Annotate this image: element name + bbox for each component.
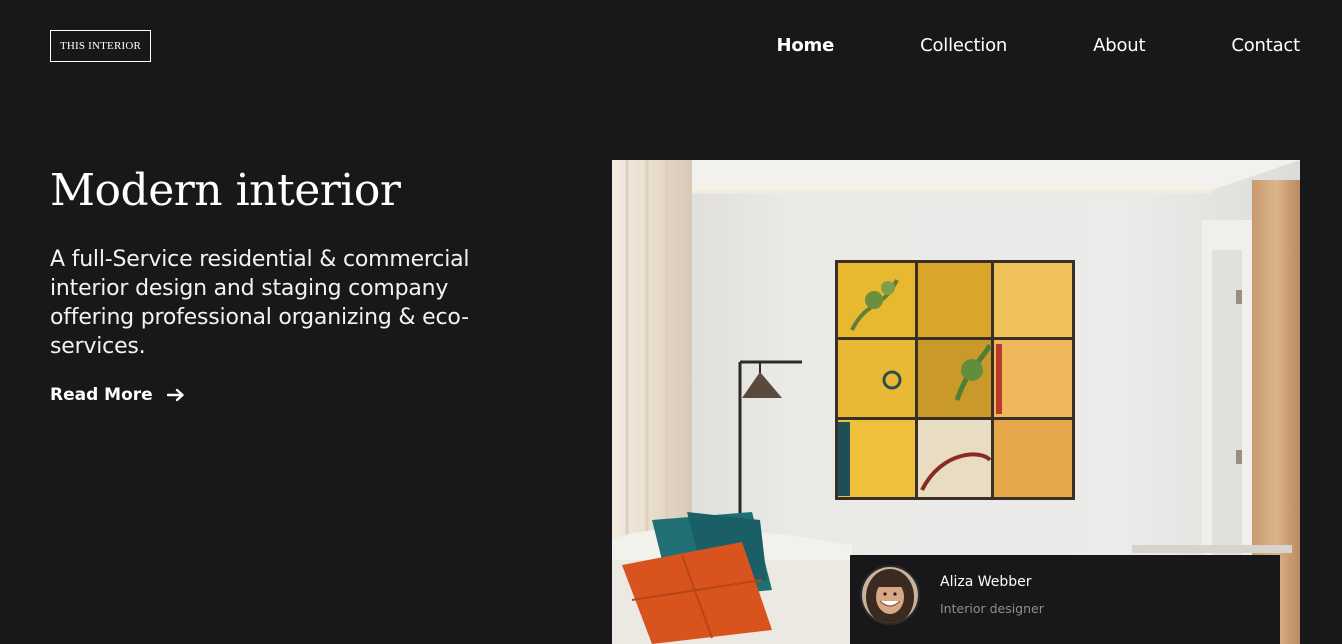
designer-role: Interior designer — [940, 601, 1044, 616]
hero-description: A full-Service residential & commercial … — [50, 247, 470, 359]
nav-contact[interactable]: Contact — [1231, 34, 1300, 58]
designer-card: Aliza Webber Interior designer — [850, 555, 1280, 644]
designer-name: Aliza Webber — [940, 574, 1032, 590]
nav-collection[interactable]: Collection — [920, 34, 1007, 58]
read-more-link[interactable]: Read More — [50, 383, 185, 407]
designer-avatar — [860, 565, 920, 625]
main-nav: Home Collection About Contact — [776, 34, 1300, 58]
read-more-label: Read More — [50, 385, 153, 405]
site-logo[interactable]: THIS INTERIOR — [50, 30, 151, 62]
hero-title: Modern interior — [50, 165, 401, 216]
nav-home[interactable]: Home — [776, 34, 834, 58]
nav-about[interactable]: About — [1093, 34, 1145, 58]
arrow-right-icon — [166, 388, 185, 402]
